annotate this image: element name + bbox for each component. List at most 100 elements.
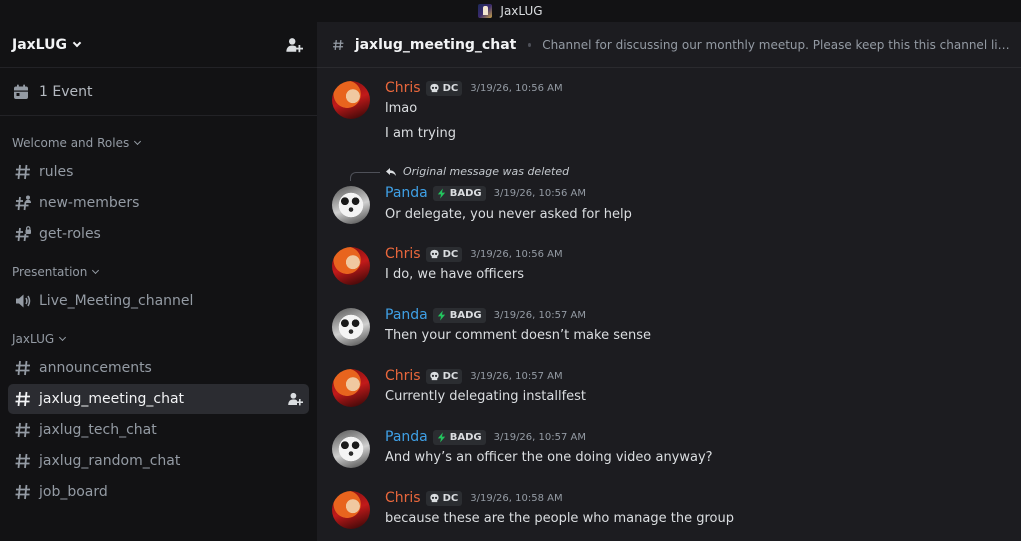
avatar[interactable] [332,430,370,468]
message[interactable]: Panda BADG 3/19/26, 10:57 AM And why’s a… [317,425,1021,475]
channel-jaxlug-random-chat[interactable]: jaxlug_random_chat [8,446,309,476]
hash-icon [13,389,33,409]
author-name[interactable]: Chris [385,490,421,506]
timestamp: 3/19/26, 10:57 AM [493,431,586,443]
message-text: I am trying [385,126,456,141]
lightning-icon [437,309,445,321]
server-tag-label: BADG [449,187,482,199]
chevron-down-icon [59,333,67,342]
channel-sidebar: JaxLUG 1 Event Welcome and Roles rules n… [0,22,317,541]
message-header: Panda BADG 3/19/26, 10:57 AM [385,429,586,445]
message[interactable]: Chris DC 3/19/26, 10:56 AM I do, we have… [317,242,1021,292]
server-tag-label: BADG [449,309,482,321]
events-label: 1 Event [39,83,93,100]
timestamp: 3/19/26, 10:56 AM [470,82,563,94]
avatar[interactable] [332,247,370,285]
channel-label: new-members [39,195,140,211]
invite-people-button[interactable] [283,34,305,56]
lightning-icon [437,431,445,443]
author-name[interactable]: Chris [385,368,421,384]
server-name: JaxLUG [12,36,67,53]
server-tag[interactable]: DC [425,490,463,506]
author-name[interactable]: Chris [385,246,421,262]
hash-icon [13,358,33,378]
hash-icon [13,420,33,440]
author-name[interactable]: Panda [385,185,428,201]
channel-label: get-roles [39,226,101,242]
reply-text: Original message was deleted [403,165,570,178]
chevron-down-icon [92,266,100,275]
avatar[interactable] [332,186,370,224]
message-header: Chris DC 3/19/26, 10:56 AM [385,246,563,262]
channel-job-board[interactable]: job_board [8,477,309,507]
channel-jaxlug-tech-chat[interactable]: jaxlug_tech_chat [8,415,309,445]
message-text: lmao [385,101,418,116]
create-invite-icon[interactable] [287,391,303,407]
channel-label: job_board [39,484,108,500]
timestamp: 3/19/26, 10:57 AM [493,309,586,321]
message-header: Panda BADG 3/19/26, 10:57 AM [385,307,586,323]
server-header[interactable]: JaxLUG [0,22,317,68]
channel-live-meeting[interactable]: Live_Meeting_channel [8,286,309,316]
app-icon [478,4,493,18]
message[interactable]: Chris DC 3/19/26, 10:56 AM lmao I am try… [317,68,1021,148]
message[interactable]: Panda BADG 3/19/26, 10:57 AM Then your c… [317,303,1021,353]
avatar[interactable] [332,308,370,346]
channel-get-roles[interactable]: get-roles [8,219,309,249]
channel-topic[interactable]: Channel for discussing our monthly meetu… [542,38,1021,52]
skull-icon [429,249,439,258]
chat-area: jaxlug_meeting_chat Channel for discussi… [317,22,1021,541]
channel-announcements[interactable]: announcements [8,353,309,383]
add-user-icon [286,37,303,52]
skull-icon [429,371,439,380]
message-text: because these are the people who manage … [385,511,734,526]
category-label: Welcome and Roles [12,136,130,150]
skull-icon [429,83,439,92]
reply-reference[interactable]: Original message was deleted [385,165,569,178]
message[interactable]: Chris DC 3/19/26, 10:58 AM because these… [317,486,1021,536]
avatar[interactable] [332,81,370,119]
reply-connector [350,172,380,181]
message[interactable]: Original message was deleted Panda BADG … [317,158,1021,228]
channel-new-members[interactable]: new-members [8,188,309,218]
message[interactable]: Chris DC 3/19/26, 10:57 AM Currently del… [317,364,1021,414]
channel-jaxlug-meeting-chat[interactable]: jaxlug_meeting_chat [8,384,309,414]
category-presentation[interactable]: Presentation [0,262,317,282]
channel-rules[interactable]: rules [8,157,309,187]
avatar[interactable] [332,369,370,407]
channel-label: announcements [39,360,152,376]
timestamp: 3/19/26, 10:56 AM [493,187,586,199]
message-text: And why’s an officer the one doing video… [385,450,713,465]
server-tag[interactable]: DC [425,246,463,262]
chevron-down-icon [134,137,142,146]
channel-header: jaxlug_meeting_chat Channel for discussi… [317,22,1021,68]
channel-title: jaxlug_meeting_chat [354,36,517,53]
hash-icon [13,482,33,502]
server-tag[interactable]: DC [425,368,463,384]
server-tag-label: DC [442,370,459,382]
avatar[interactable] [332,491,370,529]
server-tag[interactable]: BADG [432,429,486,445]
category-label: JaxLUG [12,332,55,346]
server-tag-label: DC [442,248,459,260]
category-label: Presentation [12,265,88,279]
author-name[interactable]: Panda [385,429,428,445]
message-header: Chris DC 3/19/26, 10:57 AM [385,368,563,384]
author-name[interactable]: Chris [385,80,421,96]
window-title: JaxLUG [500,4,543,18]
channel-label: jaxlug_meeting_chat [39,391,185,407]
server-tag-label: BADG [449,431,482,443]
timestamp: 3/19/26, 10:57 AM [470,370,563,382]
message-list[interactable]: Chris DC 3/19/26, 10:56 AM lmao I am try… [317,68,1021,541]
server-tag[interactable]: DC [425,80,463,96]
author-name[interactable]: Panda [385,307,428,323]
server-name-button[interactable]: JaxLUG [12,36,82,53]
server-tag[interactable]: BADG [432,185,486,201]
category-jaxlug[interactable]: JaxLUG [0,329,317,349]
channel-label: jaxlug_random_chat [39,453,181,469]
timestamp: 3/19/26, 10:58 AM [470,492,563,504]
server-tag[interactable]: BADG [432,307,486,323]
hash-people-icon [13,193,33,213]
category-welcome-and-roles[interactable]: Welcome and Roles [0,133,317,153]
events-button[interactable]: 1 Event [0,68,317,116]
